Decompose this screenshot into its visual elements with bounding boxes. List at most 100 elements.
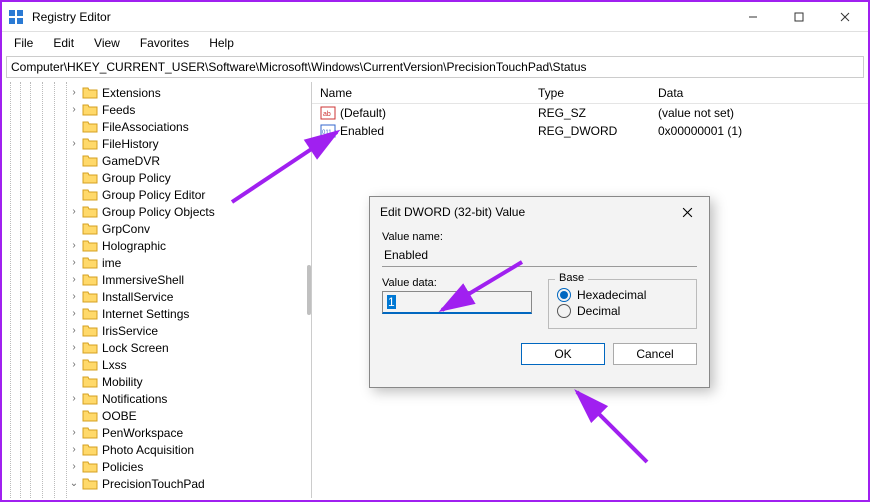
- tree-item[interactable]: ›Lxss: [68, 356, 311, 373]
- tree-item[interactable]: Group Policy: [68, 169, 311, 186]
- chevron-right-icon[interactable]: ›: [68, 359, 80, 371]
- chevron-right-icon[interactable]: ›: [68, 444, 80, 456]
- tree-item[interactable]: ›Group Policy Objects: [68, 203, 311, 220]
- col-type[interactable]: Type: [530, 86, 650, 100]
- tree-item[interactable]: GrpConv: [68, 220, 311, 237]
- col-data[interactable]: Data: [650, 86, 868, 100]
- value-type: REG_SZ: [530, 106, 650, 120]
- tree-item[interactable]: › PenWorkspace: [68, 424, 311, 441]
- tree-item-label: Mobility: [102, 375, 143, 389]
- tree-item[interactable]: › ime: [68, 254, 311, 271]
- folder-icon: [82, 103, 98, 117]
- tree-item-label: GrpConv: [102, 222, 150, 236]
- chevron-right-icon[interactable]: ›: [68, 240, 80, 252]
- tree-item-label: Holographic: [102, 239, 166, 253]
- radio-icon: [557, 304, 571, 318]
- menu-favorites[interactable]: Favorites: [132, 34, 197, 52]
- list-row[interactable]: 011EnabledREG_DWORD0x00000001 (1): [312, 122, 868, 140]
- chevron-right-icon[interactable]: ›: [68, 291, 80, 303]
- menu-help[interactable]: Help: [201, 34, 242, 52]
- value-data-input[interactable]: 1: [382, 291, 532, 314]
- tree-item[interactable]: ›Notifications: [68, 390, 311, 407]
- tree-item[interactable]: › Policies: [68, 458, 311, 475]
- chevron-right-icon[interactable]: ›: [68, 206, 80, 218]
- value-name-field[interactable]: Enabled: [382, 245, 697, 267]
- tree-item[interactable]: › Photo Acquisition: [68, 441, 311, 458]
- chevron-right-icon[interactable]: ›: [68, 104, 80, 116]
- tree-item[interactable]: › Lock Screen: [68, 339, 311, 356]
- cancel-button[interactable]: Cancel: [613, 343, 697, 365]
- tree-item[interactable]: ›ImmersiveShell: [68, 271, 311, 288]
- dialog-close-button[interactable]: [675, 200, 699, 224]
- tree-item-label: FileAssociations: [102, 120, 189, 134]
- tree-item[interactable]: OOBE: [68, 407, 311, 424]
- menu-view[interactable]: View: [86, 34, 128, 52]
- tree-item-label: Extensions: [102, 86, 161, 100]
- svg-text:ab: ab: [323, 111, 331, 118]
- tree-item-label: Internet Settings: [102, 307, 189, 321]
- maximize-button[interactable]: [776, 2, 822, 32]
- tree-item[interactable]: Mobility: [68, 373, 311, 390]
- folder-icon: [82, 120, 98, 134]
- tree-item[interactable]: ⌄PrecisionTouchPad: [68, 475, 311, 492]
- menu-edit[interactable]: Edit: [45, 34, 82, 52]
- menu-file[interactable]: File: [6, 34, 41, 52]
- radio-decimal[interactable]: Decimal: [557, 304, 688, 318]
- tree-item[interactable]: ›FileHistory: [68, 135, 311, 152]
- radio-hexadecimal[interactable]: Hexadecimal: [557, 288, 688, 302]
- folder-icon: [82, 239, 98, 253]
- chevron-right-icon[interactable]: ›: [68, 393, 80, 405]
- splitter-handle[interactable]: [307, 265, 311, 315]
- tree-item[interactable]: ›Feeds: [68, 101, 311, 118]
- folder-icon: [82, 358, 98, 372]
- folder-icon: [82, 324, 98, 338]
- value-data-label: Value data:: [382, 277, 532, 289]
- tree-item-label: Lock Screen: [102, 341, 169, 355]
- chevron-down-icon[interactable]: ⌄: [68, 478, 80, 490]
- close-button[interactable]: [822, 2, 868, 32]
- tree-item-label: GameDVR: [102, 154, 160, 168]
- folder-icon: [82, 86, 98, 100]
- chevron-right-icon[interactable]: ›: [68, 427, 80, 439]
- tree-item[interactable]: › Internet Settings: [68, 305, 311, 322]
- tree-item[interactable]: › IrisService: [68, 322, 311, 339]
- folder-icon: [82, 307, 98, 321]
- chevron-right-icon[interactable]: ›: [68, 308, 80, 320]
- tree-item-label: ime: [102, 256, 121, 270]
- tree-item-label: Policies: [102, 460, 143, 474]
- chevron-right-icon[interactable]: ›: [68, 138, 80, 150]
- chevron-right-icon[interactable]: ›: [68, 461, 80, 473]
- close-icon: [682, 207, 693, 218]
- tree-item[interactable]: › Holographic: [68, 237, 311, 254]
- tree-item[interactable]: › Extensions: [68, 84, 311, 101]
- tree-item[interactable]: › InstallService: [68, 288, 311, 305]
- folder-icon: [82, 477, 98, 491]
- tree-item-label: InstallService: [102, 290, 173, 304]
- tree-item-label: PenWorkspace: [102, 426, 183, 440]
- folder-icon: [82, 273, 98, 287]
- folder-icon: [82, 392, 98, 406]
- folder-icon: [82, 409, 98, 423]
- tree-item[interactable]: FileAssociations: [68, 118, 311, 135]
- tree-item[interactable]: GameDVR: [68, 152, 311, 169]
- tree-item-label: Photo Acquisition: [102, 443, 194, 457]
- value-data: (value not set): [650, 106, 868, 120]
- value-name: (Default): [340, 106, 386, 120]
- col-name[interactable]: Name: [312, 86, 530, 100]
- folder-icon: [82, 443, 98, 457]
- tree-item-label: IrisService: [102, 324, 158, 338]
- chevron-right-icon[interactable]: ›: [68, 87, 80, 99]
- folder-icon: [82, 290, 98, 304]
- list-row[interactable]: ab (Default) REG_SZ(value not set): [312, 104, 868, 122]
- chevron-right-icon[interactable]: ›: [68, 325, 80, 337]
- ok-button[interactable]: OK: [521, 343, 605, 365]
- folder-icon: [82, 460, 98, 474]
- tree-item[interactable]: Group Policy Editor: [68, 186, 311, 203]
- address-bar[interactable]: Computer\HKEY_CURRENT_USER\Software\Micr…: [6, 56, 864, 78]
- chevron-right-icon[interactable]: ›: [68, 342, 80, 354]
- svg-text:011: 011: [322, 130, 332, 136]
- folder-icon: [82, 205, 98, 219]
- chevron-right-icon[interactable]: ›: [68, 257, 80, 269]
- minimize-button[interactable]: [730, 2, 776, 32]
- chevron-right-icon[interactable]: ›: [68, 274, 80, 286]
